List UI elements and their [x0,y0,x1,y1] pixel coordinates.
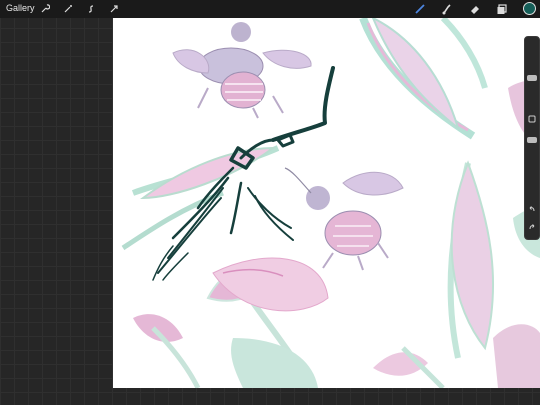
smudge-icon[interactable] [441,3,453,15]
magic-wand-icon[interactable] [62,3,74,15]
layers-icon[interactable] [496,3,508,15]
gallery-button[interactable]: Gallery [6,3,35,13]
bee-top [172,22,312,119]
wrench-icon[interactable] [39,3,51,15]
square-modify-icon[interactable] [527,115,537,125]
current-color-swatch[interactable] [523,2,536,15]
undo-icon[interactable] [527,205,537,215]
eraser-icon[interactable] [469,3,481,15]
transform-icon[interactable] [108,3,120,15]
brush-sidebar [524,36,540,240]
leaf-branch-top-right [359,18,488,140]
brush-size-slider[interactable] [527,75,537,81]
opacity-slider[interactable] [527,137,537,143]
selection-icon[interactable] [85,3,97,15]
top-toolbar: Gallery [0,0,540,18]
flower-bottom [133,257,329,388]
brush-icon[interactable] [414,3,426,15]
drawing-canvas[interactable] [113,18,540,388]
redo-icon[interactable] [527,223,537,233]
bee-middle [284,167,404,271]
artwork [121,18,540,388]
